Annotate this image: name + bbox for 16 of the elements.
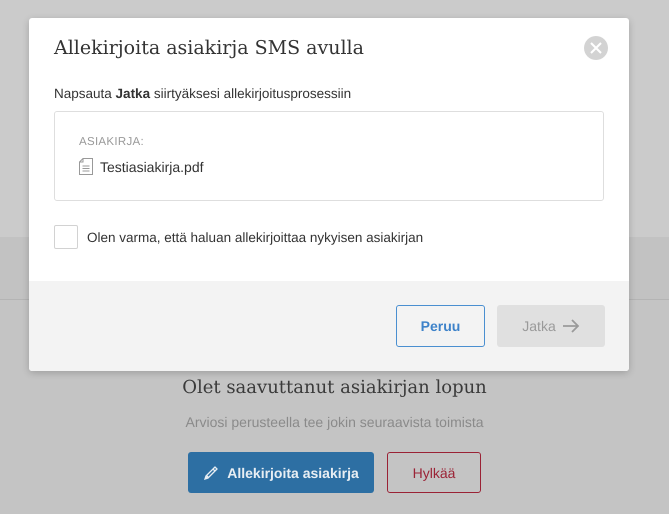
close-button[interactable] <box>584 36 608 60</box>
dialog-title: Allekirjoita asiakirja SMS avulla <box>54 37 364 59</box>
document-icon <box>79 158 93 175</box>
end-title: Olet saavuttanut asiakirjan lopun <box>182 377 487 398</box>
close-icon <box>590 42 602 54</box>
cancel-button[interactable]: Peruu <box>396 305 485 347</box>
document-label: ASIAKIRJA: <box>79 136 144 148</box>
confirm-label: Olen varma, että haluan allekirjoittaa nykyisen asiakirjan <box>87 230 424 244</box>
end-subtitle: Arviosi perusteella tee jokin seuraavista toimista <box>185 414 484 430</box>
sign-button[interactable]: Allekirjoita asiakirja <box>188 452 374 493</box>
arrow-icon <box>562 319 580 333</box>
confirm-checkbox[interactable] <box>54 225 78 249</box>
reject-button[interactable]: Hylkää <box>387 452 481 493</box>
instruction-text: Napsauta Jatka siirtyäksesi allekirjoitusprosessiin <box>54 86 352 101</box>
pen-icon <box>203 464 220 480</box>
document-name[interactable]: Testiasiakirja.pdf <box>100 158 204 174</box>
